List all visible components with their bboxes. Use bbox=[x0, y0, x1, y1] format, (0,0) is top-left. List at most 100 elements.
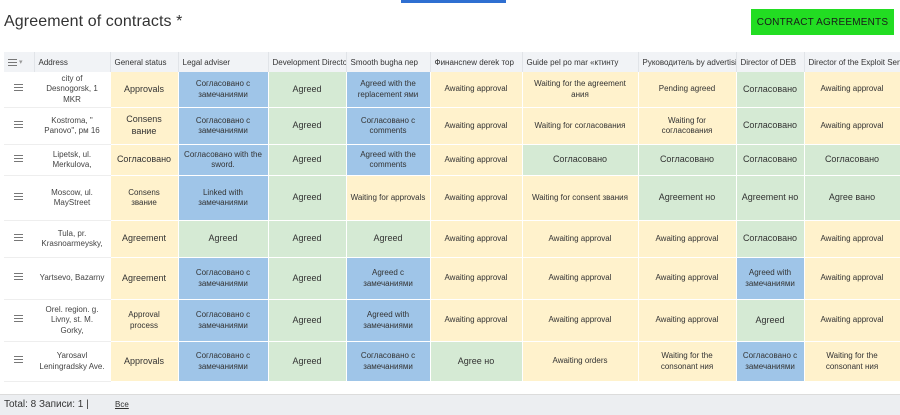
status-cell[interactable]: Awaiting approval bbox=[430, 299, 523, 343]
status-cell[interactable]: Waiting for согласования bbox=[522, 107, 639, 146]
status-cell[interactable]: Согласовано bbox=[736, 144, 805, 177]
status-cell[interactable]: Согласовано bbox=[736, 72, 805, 109]
row-menu-cell[interactable] bbox=[4, 299, 35, 343]
table-row[interactable]: city of Desnogorsk, 1 MKR Approvals Соглас… bbox=[4, 72, 900, 109]
status-cell[interactable]: Agreed bbox=[736, 299, 805, 343]
status-cell[interactable]: Agreed bbox=[268, 257, 347, 301]
status-cell[interactable]: Agreement но bbox=[736, 175, 805, 222]
status-cell[interactable]: Awaiting approval bbox=[804, 299, 900, 343]
status-cell[interactable]: Approvals bbox=[110, 72, 179, 109]
column-header[interactable]: Director of the Exploit Service bbox=[804, 52, 900, 72]
status-cell[interactable]: Awaiting approval bbox=[522, 220, 639, 259]
status-cell[interactable]: Waiting for согласования bbox=[638, 107, 737, 146]
row-menu-cell[interactable] bbox=[4, 220, 35, 259]
status-cell[interactable]: Согласовано bbox=[804, 144, 900, 177]
status-cell[interactable]: Awaiting orders bbox=[522, 341, 639, 383]
status-cell[interactable]: Согласовано bbox=[736, 107, 805, 146]
status-cell[interactable]: Agreed with замечаниями bbox=[736, 257, 805, 301]
status-cell[interactable]: Согласовано с замечаниями bbox=[178, 299, 269, 343]
column-header[interactable]: Address bbox=[34, 52, 111, 72]
status-cell[interactable]: Awaiting approval bbox=[522, 299, 639, 343]
row-menu-icon[interactable] bbox=[14, 84, 24, 92]
row-menu-cell[interactable] bbox=[4, 107, 35, 146]
status-cell[interactable]: Pending agreed bbox=[638, 72, 737, 109]
status-cell[interactable]: Awaiting approval bbox=[430, 72, 523, 109]
row-menu-icon[interactable] bbox=[14, 120, 24, 128]
status-cell[interactable]: Agreed with the replacement ями bbox=[346, 72, 431, 109]
status-cell[interactable]: Consens вание bbox=[110, 107, 179, 146]
address-cell[interactable]: Yarosavl Leningradsky Ave. bbox=[34, 341, 111, 383]
status-cell[interactable]: Agreement но bbox=[638, 175, 737, 222]
status-cell[interactable]: Awaiting approval bbox=[522, 257, 639, 301]
status-cell[interactable]: Agreed bbox=[346, 220, 431, 259]
status-cell[interactable]: Agreed bbox=[268, 175, 347, 222]
row-menu-cell[interactable] bbox=[4, 144, 35, 177]
status-cell[interactable]: Awaiting approval bbox=[804, 257, 900, 301]
status-cell[interactable]: Agreed с замечаниями bbox=[346, 257, 431, 301]
row-menu-cell[interactable] bbox=[4, 72, 35, 109]
show-all-link[interactable]: Все bbox=[115, 400, 129, 409]
status-cell[interactable]: Waiting for approvals bbox=[346, 175, 431, 222]
row-menu-icon[interactable] bbox=[14, 273, 24, 281]
status-cell[interactable]: Согласовано с comments bbox=[346, 107, 431, 146]
status-cell[interactable]: Waiting for the consonant ния bbox=[638, 341, 737, 383]
address-cell[interactable]: Tula, pr. Krasnoarmeysky, bbox=[34, 220, 111, 259]
status-cell[interactable]: Awaiting approval bbox=[638, 257, 737, 301]
address-cell[interactable]: Lipetsk, ul. Merkulova, bbox=[34, 144, 111, 177]
status-cell[interactable]: Agree но bbox=[430, 341, 523, 383]
column-header[interactable]: Development Director bbox=[268, 52, 347, 72]
status-cell[interactable]: Согласовано с замечаниями bbox=[178, 72, 269, 109]
status-cell[interactable]: Awaiting approval bbox=[430, 144, 523, 177]
column-header[interactable]: General status bbox=[110, 52, 179, 72]
row-menu-icon[interactable] bbox=[14, 192, 24, 200]
table-row[interactable]: Yartsevo, Bazarny Agreement Согласовано с … bbox=[4, 257, 900, 301]
column-header[interactable]: Финансnew derek тор bbox=[430, 52, 523, 72]
status-cell[interactable]: Waiting for the agreement ания bbox=[522, 72, 639, 109]
status-cell[interactable]: Согласовано с замечаниями bbox=[178, 107, 269, 146]
status-cell[interactable]: Agreed bbox=[178, 220, 269, 259]
status-cell[interactable]: Awaiting approval bbox=[804, 220, 900, 259]
status-cell[interactable]: Agreed bbox=[268, 144, 347, 177]
address-cell[interactable]: Moscow, ul. MayStreet bbox=[34, 175, 111, 222]
address-cell[interactable]: city of Desnogorsk, 1 MKR bbox=[34, 72, 111, 109]
column-header[interactable]: Guide pel po mar «ктинту bbox=[522, 52, 639, 72]
status-cell[interactable]: Agreed bbox=[268, 341, 347, 383]
row-menu-cell[interactable] bbox=[4, 257, 35, 301]
address-cell[interactable]: Orel. region. g. Livny, st. M. Gorky, bbox=[34, 299, 111, 343]
table-row[interactable]: Kostroma, " Panovo", рм 16 Consens вание С… bbox=[4, 107, 900, 146]
column-menu-icon[interactable] bbox=[8, 58, 17, 66]
status-cell[interactable]: Согласовано с замечаниями bbox=[178, 257, 269, 301]
column-header[interactable]: Smooth bugha пер bbox=[346, 52, 431, 72]
column-header[interactable]: Руководитель by advertising bbox=[638, 52, 737, 72]
status-cell[interactable]: Согласовано с замечаниями bbox=[178, 341, 269, 383]
status-cell[interactable]: Agree вано bbox=[804, 175, 900, 222]
status-cell[interactable]: Awaiting approval bbox=[804, 72, 900, 109]
status-cell[interactable]: Agreed bbox=[268, 107, 347, 146]
status-cell[interactable]: Agreed with the comments bbox=[346, 144, 431, 177]
status-cell[interactable]: Agreement bbox=[110, 220, 179, 259]
status-cell[interactable]: Waiting for the consonant ния bbox=[804, 341, 900, 383]
status-cell[interactable]: Agreed bbox=[268, 299, 347, 343]
contract-agreements-button[interactable]: CONTRACT AGREEMENTS bbox=[751, 9, 894, 35]
status-cell[interactable]: Согласовано bbox=[736, 220, 805, 259]
row-menu-cell[interactable] bbox=[4, 341, 35, 383]
status-cell[interactable]: Awaiting approval bbox=[638, 220, 737, 259]
table-row[interactable]: Tula, pr. Krasnoarmeysky, Agreement Agreed… bbox=[4, 220, 900, 259]
row-menu-icon[interactable] bbox=[14, 233, 24, 241]
row-menu-icon[interactable] bbox=[14, 315, 24, 323]
status-cell[interactable]: Awaiting approval bbox=[430, 220, 523, 259]
status-cell[interactable]: Awaiting approval bbox=[430, 257, 523, 301]
status-cell[interactable]: Согласовано с замечаниями bbox=[346, 341, 431, 383]
status-cell[interactable]: Agreed with замечаниями bbox=[346, 299, 431, 343]
table-row[interactable]: Lipetsk, ul. Merkulova, Согласовано Соглас… bbox=[4, 144, 900, 177]
status-cell[interactable]: Согласовано с замечаниями bbox=[736, 341, 805, 383]
table-row[interactable]: Moscow, ul. MayStreet Consens звание Linke… bbox=[4, 175, 900, 222]
status-cell[interactable]: Согласовано with the sword. bbox=[178, 144, 269, 177]
status-cell[interactable]: Awaiting approval bbox=[430, 175, 523, 222]
status-cell[interactable]: Waiting for consent звания bbox=[522, 175, 639, 222]
status-cell[interactable]: Agreement bbox=[110, 257, 179, 301]
row-menu-cell[interactable] bbox=[4, 175, 35, 222]
column-settings-header[interactable]: ▾ bbox=[4, 52, 35, 72]
status-cell[interactable]: Awaiting approval bbox=[638, 299, 737, 343]
status-cell[interactable]: Awaiting approval bbox=[430, 107, 523, 146]
